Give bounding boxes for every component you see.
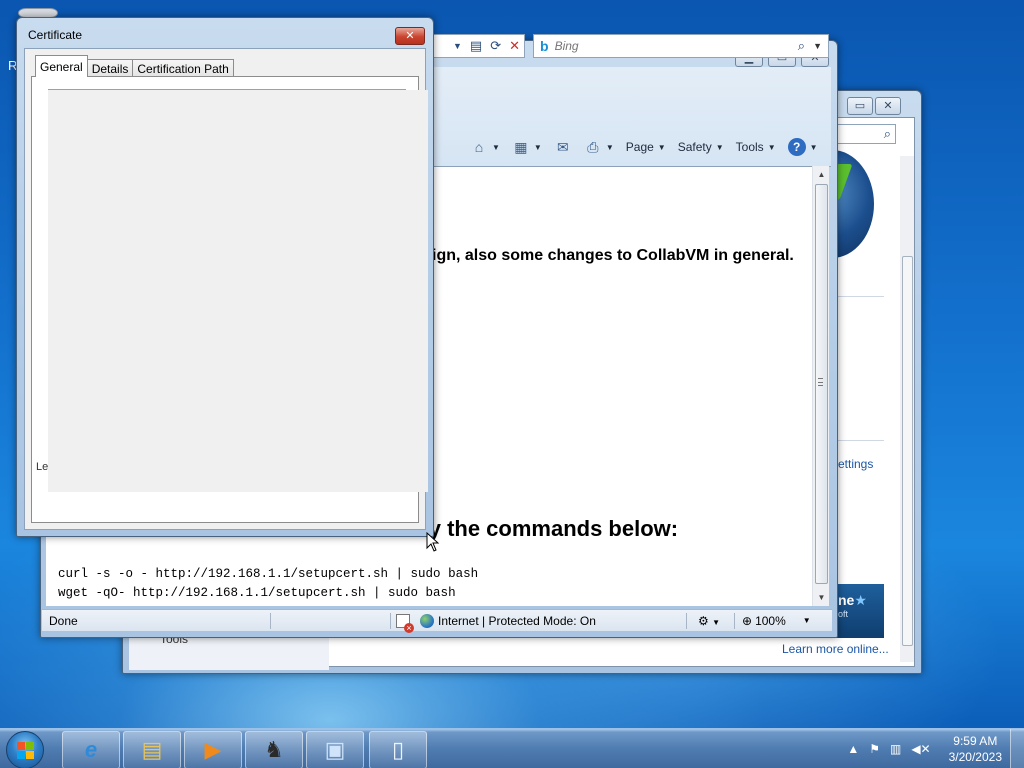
badge-subtext: oft [838,609,849,619]
bing-search-box[interactable]: b ⌕ ▼ [533,34,829,58]
taskbar-internet-explorer[interactable]: e [62,731,120,768]
dialog-title: Certificate [28,28,83,42]
divider [838,440,884,441]
taskbar-control-panel[interactable]: ▣ [306,731,364,768]
help-menu[interactable]: ? ▼ [787,138,818,156]
show-hidden-icons-icon[interactable]: ▲ [847,742,859,756]
status-text: Done [49,613,78,628]
scrollbar-thumb[interactable] [902,256,913,646]
tab-general[interactable]: General [35,55,88,77]
home-icon: ⌂ [474,139,484,155]
learn-more-link[interactable]: Learn more online... [782,642,889,656]
blocked-content-icon[interactable] [396,613,414,633]
tab-certification-path[interactable]: Certification Path [132,59,234,77]
folder-icon: ▤ [141,737,163,762]
divider [270,613,271,629]
page-menu-label: Page [625,140,654,154]
zoom-icon: ⊕ [742,613,753,628]
page-menu[interactable]: Page ▼ [626,140,666,154]
divider [390,613,391,629]
media-player-icon: ▶ [204,737,222,762]
tab-strip: General Details Certification Path [35,55,234,77]
rss-icon: ▦ [514,138,528,155]
document-icon: ▯ [391,737,405,762]
unrendered-area [48,90,428,492]
learn-more-label: Le [36,461,49,473]
control-panel-icon: ▣ [324,737,346,762]
taskbar-chess[interactable]: ♞ [245,731,303,768]
clock-date: 3/20/2023 [948,750,1002,764]
security-zone[interactable]: Internet | Protected Mode: On [420,613,596,628]
badge-text: ne [838,592,855,608]
curl-command: curl -s -o - http://192.168.1.1/setupcer… [58,567,479,581]
help-icon: ? [787,138,806,156]
divider [838,296,884,297]
page-scrollbar[interactable]: ▲ ▼ [812,166,829,606]
address-dropdown-icon[interactable]: ▼ [453,41,462,51]
divider [686,613,687,629]
search-icon[interactable]: ⌕ [884,126,891,142]
taskbar-media-player[interactable]: ▶ [184,731,242,768]
tools-menu-label: Tools [735,140,764,154]
mail-icon: ✉ [556,138,569,155]
divider [734,613,735,629]
search-input[interactable] [554,39,798,53]
zoom-control[interactable]: ⊕ 100% ▼ [742,614,811,628]
chess-icon: ♞ [264,737,284,762]
popup-settings-icon[interactable]: ⚙ ▼ [698,614,720,628]
stop-icon[interactable]: ✕ [509,38,520,54]
internet-explorer-icon: e [84,737,98,762]
scroll-up-icon[interactable]: ▲ [813,166,830,183]
home-button[interactable]: ⌂ ▼ [470,138,500,156]
settings-link[interactable]: ettings [838,457,873,471]
tab-details[interactable]: Details [86,59,134,77]
taskbar-explorer[interactable]: ▤ [123,731,181,768]
star-icon: ★ [854,592,867,608]
page-paragraph: ign, also some changes to CollabVM in ge… [432,247,794,264]
taskbar-document[interactable]: ▯ [369,731,427,768]
bing-icon: b [540,38,549,54]
clock[interactable]: 9:59 AM 3/20/2023 [949,733,1002,765]
compatibility-view-icon[interactable]: ▤ [470,38,482,54]
feeds-button[interactable]: ▦ ▼ [512,138,542,156]
mouse-cursor-icon [426,532,440,552]
command-bar: ⌂ ▼ ▦ ▼ ✉ ⎙ ▼ Page ▼ Safety ▼ Tools ▼ ? ▼ [470,136,818,158]
scroll-down-icon[interactable]: ▼ [813,589,830,606]
print-button[interactable]: ⎙ ▼ [584,138,614,156]
grip-icon [818,378,823,386]
zoom-level: 100% [755,613,786,628]
search-options-dropdown-icon[interactable]: ▼ [813,41,822,51]
globe-icon [420,613,434,628]
refresh-icon[interactable]: ⟳ [490,38,501,54]
search-icon[interactable]: ⌕ [798,38,805,54]
start-button[interactable] [6,731,44,768]
taskbar: e ▤ ▶ ♞ ▣ ▯ ▲ ⚑ ▥ ◀✕ 9:59 AM 3/20/2023 [0,728,1024,768]
printer-icon: ⎙ [587,138,599,155]
clock-time: 9:59 AM [953,734,998,748]
wget-command: wget -qO- http://192.168.1.1/setupcert.s… [58,586,456,600]
read-mail-button[interactable]: ✉ [554,138,572,156]
tools-menu[interactable]: Tools ▼ [736,140,776,154]
safety-menu-label: Safety [677,140,712,154]
close-button[interactable]: ✕ [395,27,425,45]
volume-muted-icon[interactable]: ◀✕ [911,742,930,756]
minimize-button[interactable]: ▭ [847,97,873,115]
action-center-flag-icon[interactable]: ⚑ [869,742,880,756]
network-icon[interactable]: ▥ [890,742,901,756]
status-bar: Done Internet | Protected Mode: On ⚙ ▼ ⊕… [42,609,832,633]
windows-online-badge[interactable]: ne★ oft [834,584,884,638]
show-desktop-button[interactable] [1010,729,1024,768]
help-scrollbar[interactable] [900,156,914,662]
close-button[interactable]: ✕ [875,97,901,115]
heading-text: try the commands below: [412,516,679,541]
safety-menu[interactable]: Safety ▼ [678,140,724,154]
system-tray: ▲ ⚑ ▥ ◀✕ 9:59 AM 3/20/2023 [847,729,1024,768]
security-zone-label: Internet | Protected Mode: On [438,613,596,628]
